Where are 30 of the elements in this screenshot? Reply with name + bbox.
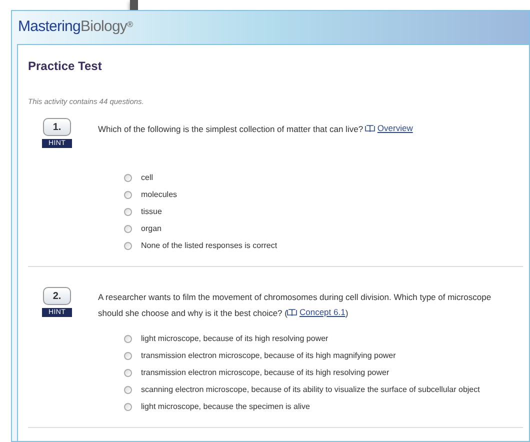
question-text: A researcher wants to film the movement of chromosomes during cell division. Which type of microscope should she choose and why is it the best choice? ( Concept 6.1) bbox=[98, 291, 492, 322]
radio-button[interactable] bbox=[124, 334, 132, 343]
answer-option: scanning electron microscope, because of its ability to visualize the surface of subcellular object bbox=[141, 384, 480, 396]
answer-option: light microscope, because of its high resolving power bbox=[141, 332, 328, 345]
answer-option: cell bbox=[141, 172, 154, 184]
page-title: Practice Test bbox=[28, 58, 102, 75]
question-text: Which of the following is the simplest collection of matter that can live? Overview bbox=[98, 121, 414, 138]
radio-button[interactable] bbox=[124, 224, 132, 233]
concept-link[interactable]: Overview bbox=[365, 121, 413, 136]
answer-option: tissue bbox=[141, 206, 162, 218]
radio-button[interactable] bbox=[124, 368, 132, 377]
book-icon bbox=[287, 309, 298, 316]
answer-option: None of the listed responses is correct bbox=[141, 240, 278, 252]
answer-option: light microscope, because the specimen is alive bbox=[141, 400, 310, 413]
radio-button[interactable] bbox=[124, 208, 132, 216]
concept-link[interactable]: Concept 6.1 bbox=[287, 305, 346, 320]
answer-option: organ bbox=[141, 222, 162, 235]
book-icon bbox=[365, 125, 376, 132]
radio-button[interactable] bbox=[124, 352, 132, 360]
answer-option: molecules bbox=[141, 188, 178, 201]
radio-button[interactable] bbox=[124, 174, 132, 182]
answer-option: transmission electron microscope, because of its high magnifying power bbox=[141, 350, 396, 362]
radio-button[interactable] bbox=[124, 402, 132, 411]
radio-button[interactable] bbox=[124, 190, 132, 199]
question-number: 2. bbox=[43, 287, 71, 306]
answer-option: transmission electron microscope, because of its high resolving power bbox=[141, 366, 390, 379]
radio-button[interactable] bbox=[124, 386, 132, 394]
radio-button[interactable] bbox=[124, 242, 132, 250]
app-logo: MasteringBiology$^{®}$ bbox=[18, 17, 133, 38]
question-number: 1. bbox=[43, 118, 71, 136]
